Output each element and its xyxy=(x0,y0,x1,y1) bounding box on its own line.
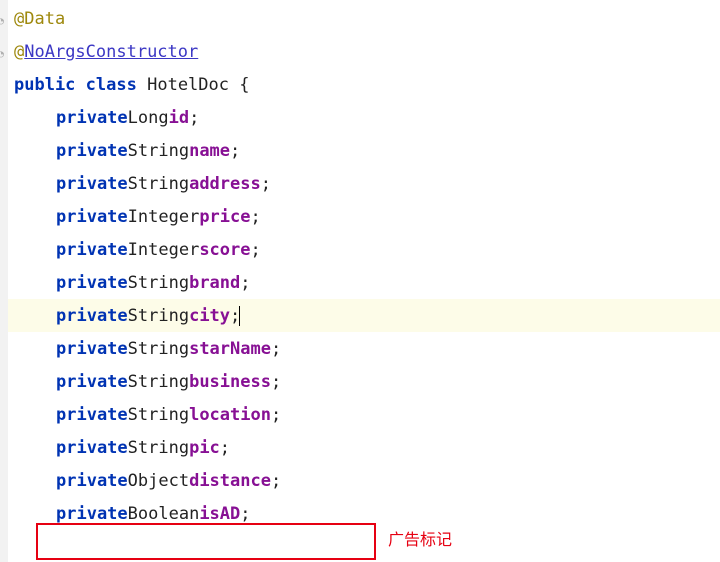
field-line: private Long id; xyxy=(0,101,720,134)
shield-icon: ◔ xyxy=(0,45,9,58)
keyword-private: private xyxy=(56,431,128,465)
semicolon: ; xyxy=(220,431,230,465)
keyword-private: private xyxy=(56,134,128,168)
semicolon: ; xyxy=(240,497,250,531)
semicolon: ; xyxy=(251,233,261,267)
field-name: price xyxy=(199,200,250,234)
keyword-private: private xyxy=(56,167,128,201)
semicolon: ; xyxy=(240,266,250,300)
field-name: id xyxy=(169,101,189,135)
code-editor[interactable]: ◔ @Data ◔ @NoArgsConstructor public clas… xyxy=(0,0,720,532)
keyword-class: class xyxy=(86,68,137,102)
field-name: score xyxy=(199,233,250,267)
field-line: private String brand; xyxy=(0,266,720,299)
keyword-private: private xyxy=(56,464,128,498)
field-line: private String location; xyxy=(0,398,720,431)
keyword-private: private xyxy=(56,266,128,300)
field-type: String xyxy=(128,365,189,399)
field-line: private String pic; xyxy=(0,431,720,464)
field-type: String xyxy=(128,332,189,366)
annotation-at: @ xyxy=(14,35,24,69)
field-type: Integer xyxy=(128,200,200,234)
gutter xyxy=(0,0,8,562)
field-type: String xyxy=(128,299,189,333)
semicolon: ; xyxy=(271,398,281,432)
field-type: String xyxy=(128,266,189,300)
field-name: address xyxy=(189,167,261,201)
field-line: private Integer price; xyxy=(0,200,720,233)
field-type: Object xyxy=(128,464,189,498)
keyword-public: public xyxy=(14,68,75,102)
field-line: private Integer score; xyxy=(0,233,720,266)
annotation-noargs-link[interactable]: NoArgsConstructor xyxy=(24,35,198,69)
annotation-data: @Data xyxy=(14,2,65,36)
field-name: business xyxy=(189,365,271,399)
semicolon: ; xyxy=(271,464,281,498)
field-line: private String address; xyxy=(0,167,720,200)
semicolon: ; xyxy=(261,167,271,201)
field-type: String xyxy=(128,134,189,168)
field-name: starName xyxy=(189,332,271,366)
keyword-private: private xyxy=(56,398,128,432)
keyword-private: private xyxy=(56,233,128,267)
field-type: String xyxy=(128,167,189,201)
field-line: private Object distance; xyxy=(0,464,720,497)
field-line: private String starName; xyxy=(0,332,720,365)
field-line: private String business; xyxy=(0,365,720,398)
semicolon: ; xyxy=(230,134,240,168)
class-name: HotelDoc xyxy=(147,68,229,102)
field-line: private String name; xyxy=(0,134,720,167)
keyword-private: private xyxy=(56,365,128,399)
keyword-private: private xyxy=(56,101,128,135)
semicolon: ; xyxy=(251,200,261,234)
annotation-line: ◔ @Data xyxy=(0,2,720,35)
field-type: Boolean xyxy=(128,497,200,531)
keyword-private: private xyxy=(56,332,128,366)
field-type: String xyxy=(128,431,189,465)
keyword-private: private xyxy=(56,200,128,234)
field-name: name xyxy=(189,134,230,168)
semicolon: ; xyxy=(271,365,281,399)
semicolon: ; xyxy=(189,101,199,135)
semicolon: ; xyxy=(271,332,281,366)
field-name: location xyxy=(189,398,271,432)
field-type: Integer xyxy=(128,233,200,267)
text-cursor xyxy=(239,306,240,326)
field-line: private Boolean isAD; xyxy=(0,497,720,530)
field-name: distance xyxy=(189,464,271,498)
field-type: String xyxy=(128,398,189,432)
callout-label: 广告标记 xyxy=(388,526,452,550)
field-name: pic xyxy=(189,431,220,465)
field-name: isAD xyxy=(199,497,240,531)
field-type: Long xyxy=(128,101,169,135)
keyword-private: private xyxy=(56,299,128,333)
brace-open: { xyxy=(229,68,249,102)
field-line: private String city; xyxy=(0,299,720,332)
keyword-private: private xyxy=(56,497,128,531)
class-decl-line: public class HotelDoc { xyxy=(0,68,720,101)
field-name: brand xyxy=(189,266,240,300)
field-name: city xyxy=(189,299,230,333)
annotation-line: ◔ @NoArgsConstructor xyxy=(0,35,720,68)
shield-icon: ◔ xyxy=(0,12,9,25)
